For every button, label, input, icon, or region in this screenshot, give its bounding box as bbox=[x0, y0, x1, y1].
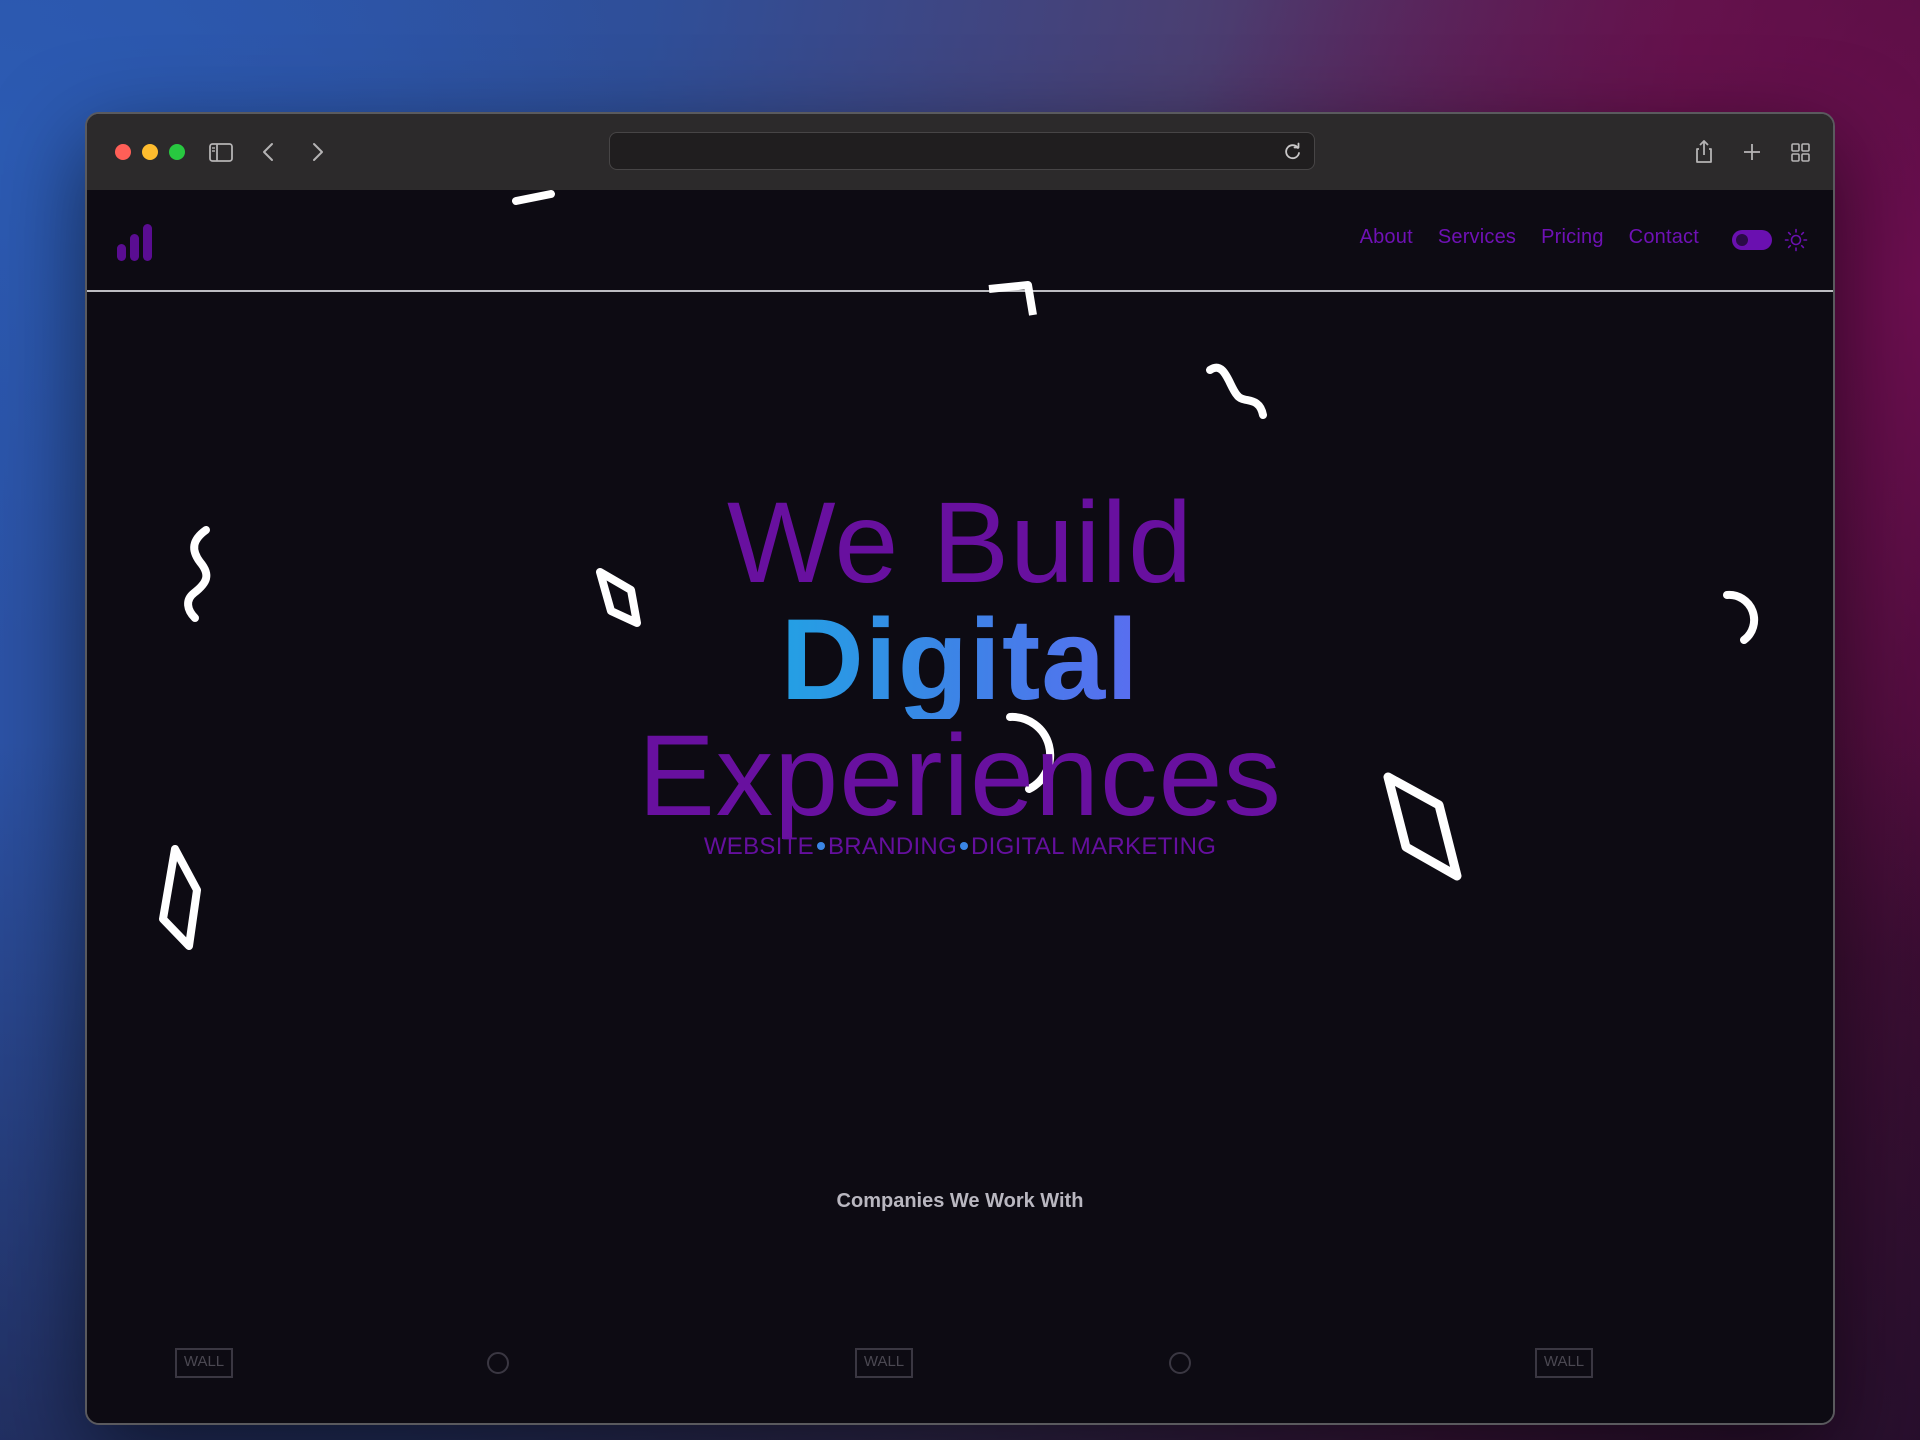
nav-pricing-link[interactable]: Pricing bbox=[1541, 226, 1604, 249]
webpage: About Services Pricing Contact We Build … bbox=[87, 190, 1833, 1423]
company-logo-wall: WALL bbox=[855, 1348, 913, 1378]
hero-tagline: WEBSITE BRANDING DIGITAL MARKETING bbox=[87, 833, 1833, 861]
bar-chart-logo-icon[interactable] bbox=[116, 221, 156, 263]
zoom-window-button[interactable] bbox=[169, 144, 185, 160]
sun-icon[interactable] bbox=[1783, 227, 1809, 253]
hero-line-1: We Build bbox=[726, 479, 1194, 607]
chevron-right-icon[interactable] bbox=[301, 136, 333, 168]
companies-heading: Companies We Work With bbox=[836, 1190, 1084, 1212]
browser-window: About Services Pricing Contact We Build … bbox=[85, 112, 1835, 1425]
close-window-button[interactable] bbox=[115, 144, 131, 160]
company-logo-wall: WALL bbox=[1535, 1348, 1593, 1378]
hero-line-3: Experiences bbox=[638, 712, 1282, 840]
tagline-digital-marketing: DIGITAL MARKETING bbox=[971, 833, 1217, 860]
nav-about-link[interactable]: About bbox=[1360, 226, 1413, 249]
sidebar-icon[interactable] bbox=[205, 136, 237, 168]
site-header: About Services Pricing Contact bbox=[87, 190, 1833, 292]
tagline-website: WEBSITE bbox=[703, 833, 814, 860]
company-logo-round bbox=[1169, 1352, 1191, 1374]
tagline-separator-dot bbox=[960, 841, 969, 850]
share-icon[interactable] bbox=[1688, 136, 1720, 168]
company-logo-wall: WALL bbox=[175, 1348, 233, 1378]
address-bar[interactable] bbox=[609, 132, 1315, 170]
company-logos: WALL WALL WALL bbox=[87, 1348, 1833, 1388]
theme-toggle[interactable] bbox=[1732, 230, 1772, 250]
diamond-shape bbox=[159, 845, 201, 950]
toggle-knob bbox=[1736, 234, 1748, 246]
browser-toolbar bbox=[87, 114, 1833, 191]
minimize-window-button[interactable] bbox=[142, 144, 158, 160]
main-nav: About Services Pricing Contact bbox=[1360, 226, 1699, 249]
tagline-branding: BRANDING bbox=[827, 833, 958, 860]
tagline-separator-dot bbox=[816, 841, 825, 850]
nav-services-link[interactable]: Services bbox=[1438, 226, 1516, 249]
company-logo-round bbox=[487, 1352, 509, 1374]
hero-line-2-gradient: Digital bbox=[770, 602, 1150, 719]
reload-icon[interactable] bbox=[1280, 138, 1306, 164]
squiggle-shape bbox=[1206, 363, 1267, 419]
chevron-left-icon[interactable] bbox=[253, 136, 285, 168]
plus-icon[interactable] bbox=[1736, 136, 1768, 168]
grid-icon[interactable] bbox=[1784, 136, 1816, 168]
nav-contact-link[interactable]: Contact bbox=[1629, 226, 1699, 249]
